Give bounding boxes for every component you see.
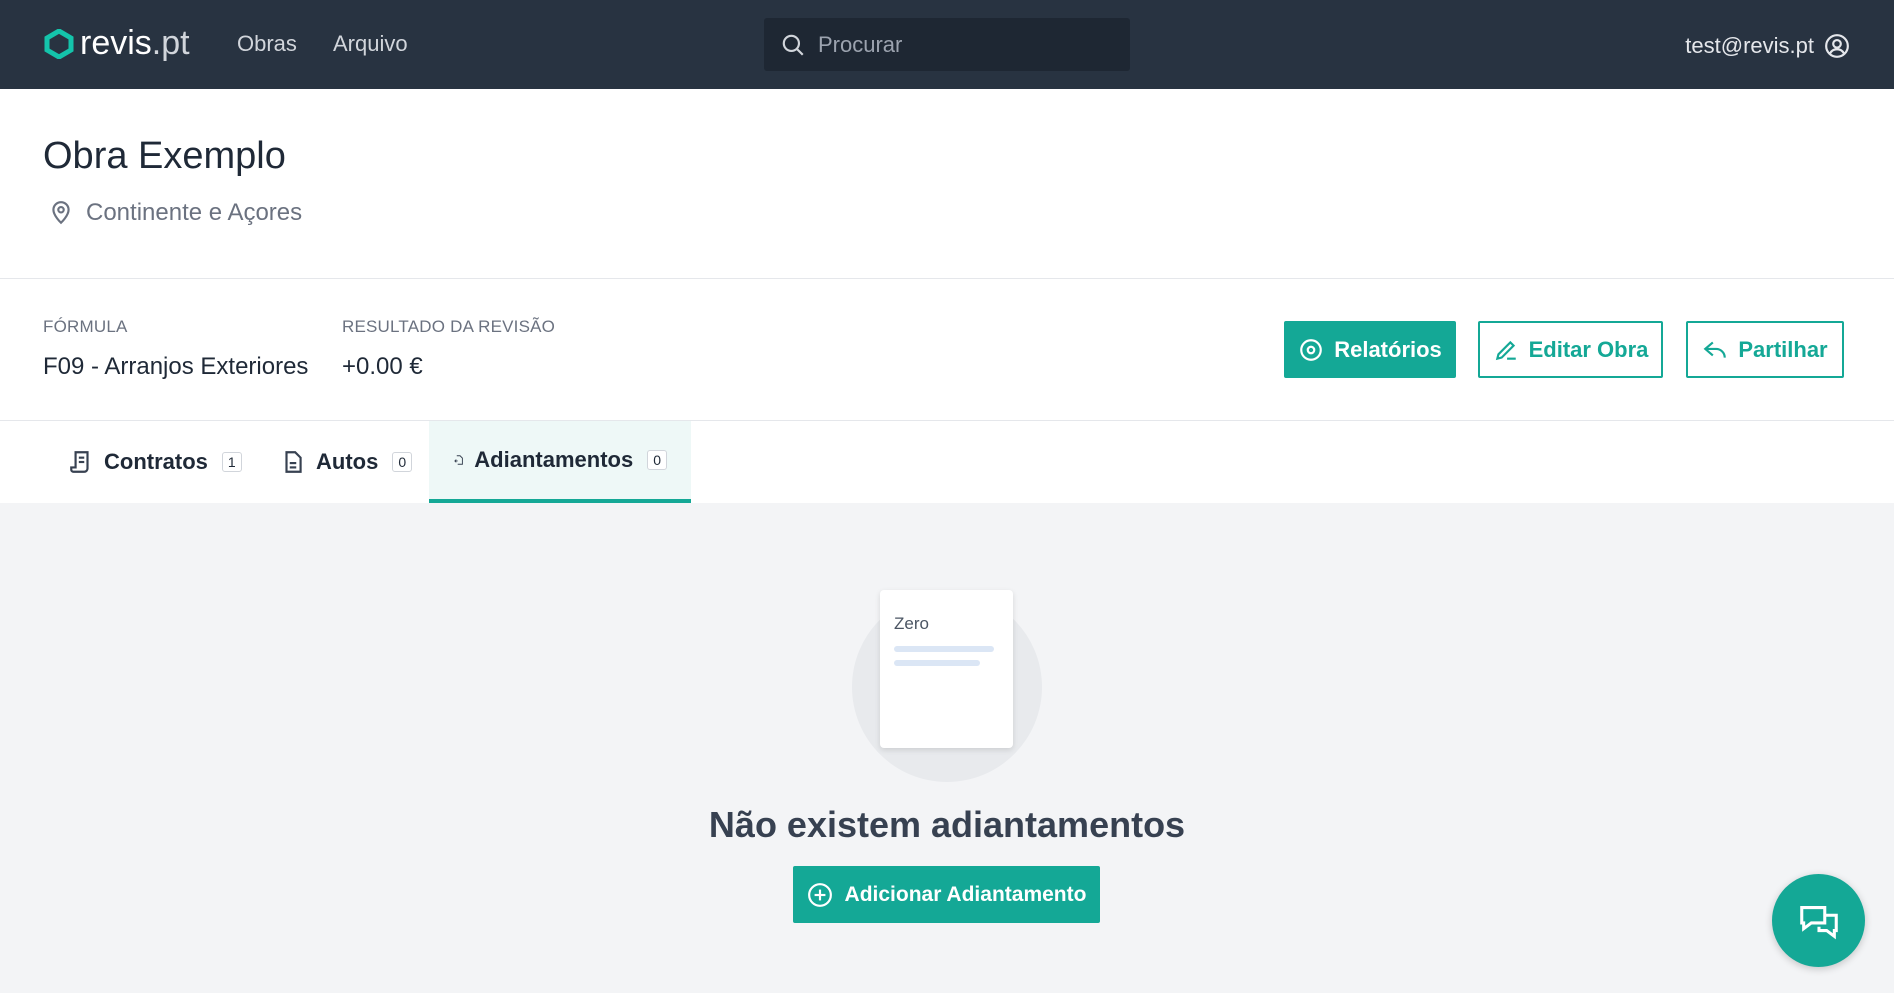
top-navbar: revis.pt Obras Arquivo test@revis.pt [0,0,1894,89]
document-icon [285,451,302,473]
tab-adiantamentos-count: 0 [647,450,667,470]
share-button[interactable]: Partilhar [1686,321,1844,378]
user-menu[interactable]: test@revis.pt [1685,33,1850,59]
result-value: +0.00 € [342,353,423,380]
tab-autos-label: Autos [316,449,379,474]
scroll-document-icon [70,451,89,473]
tab-contratos-label: Contratos [104,449,208,474]
user-circle-icon [1825,34,1849,58]
brand-name: revis.pt [80,24,190,62]
map-pin-icon [52,201,70,225]
formula-value: F09 - Arranjos Exteriores [43,353,309,380]
revis-logo[interactable]: revis.pt [44,24,190,63]
chat-bubbles-icon [1799,905,1838,939]
eye-icon [1300,338,1323,361]
search-icon [782,34,804,56]
project-header: Obra Exemplo Continente e Açores [0,89,1894,279]
empty-state-illustration: Zero [880,590,1013,748]
project-location: Continente e Açores [48,199,302,227]
reply-arrow-icon [1703,341,1727,358]
tab-autos-count: 0 [392,452,413,472]
reports-button-label: Relatórios [1334,336,1442,362]
document-exchange-icon [454,455,463,465]
location-text: Continente e Açores [86,199,303,226]
edit-project-button[interactable]: Editar Obra [1478,321,1663,378]
tab-contratos[interactable]: Contratos 1 [44,421,266,503]
search-box[interactable] [764,18,1130,71]
result-info: RESULTADO DA REVISÃO +0.00 € [342,317,555,381]
tab-contratos-count: 1 [221,452,242,472]
nav-link-arquivo[interactable]: Arquivo [333,31,408,57]
tab-adiantamentos-label: Adiantamentos [474,447,634,472]
pencil-icon [1495,340,1516,360]
tab-bar: Contratos 1 Autos 0 Adiantamentos 0 [0,421,1894,503]
placeholder-line [894,646,994,652]
add-advance-button[interactable]: Adicionar Adiantamento [793,866,1100,923]
project-info-row: FÓRMULA F09 - Arranjos Exteriores RESULT… [0,279,1894,421]
tab-adiantamentos[interactable]: Adiantamentos 0 [429,421,691,503]
user-email: test@revis.pt [1685,33,1814,58]
hexagon-logo-icon [44,28,74,59]
empty-state-title: Não existem adiantamentos [708,804,1186,845]
add-advance-label: Adicionar Adiantamento [844,882,1087,906]
reports-button[interactable]: Relatórios [1284,321,1456,378]
share-button-label: Partilhar [1738,336,1828,362]
placeholder-line [894,660,980,666]
plus-circle-icon [807,882,832,907]
chat-support-button[interactable] [1772,874,1865,967]
nav-link-obras[interactable]: Obras [237,31,297,57]
page-title: Obra Exemplo [43,135,286,177]
formula-label: FÓRMULA [43,317,128,336]
edit-button-label: Editar Obra [1528,336,1649,362]
tab-autos[interactable]: Autos 0 [256,421,436,503]
result-label: RESULTADO DA REVISÃO [342,317,556,336]
search-input[interactable] [818,31,1118,58]
empty-card-text: Zero [894,614,929,633]
formula-info: FÓRMULA F09 - Arranjos Exteriores [43,317,308,381]
